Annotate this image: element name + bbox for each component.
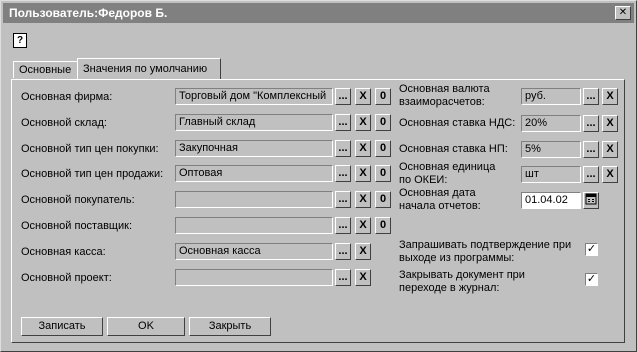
left-field-1[interactable]: Главный склад (175, 114, 333, 131)
left-field-6[interactable]: Основная касса (175, 243, 333, 260)
option-label-1: Закрывать документ при переходе в журнал… (399, 269, 525, 294)
left-label-2: Основной тип цен покупки: (21, 143, 159, 155)
left-field-7[interactable] (175, 269, 333, 286)
left-label-3: Основной тип цен продажи: (21, 168, 164, 180)
select-icon[interactable]: ... (335, 114, 351, 131)
clear-icon[interactable]: X (602, 141, 618, 158)
select-icon[interactable]: ... (335, 217, 351, 234)
select-icon[interactable]: ... (335, 243, 351, 260)
select-icon[interactable]: ... (335, 165, 351, 182)
right-field-0[interactable]: руб. (521, 88, 581, 105)
zero-icon[interactable]: 0 (375, 165, 391, 182)
right-field-4[interactable]: 01.04.02 (521, 192, 581, 209)
select-icon[interactable]: ... (335, 140, 351, 157)
clear-icon[interactable]: X (355, 88, 371, 105)
left-label-6: Основная касса: (21, 246, 106, 258)
left-field-0[interactable]: Торговый дом "Комплексный (175, 88, 333, 105)
select-icon[interactable]: ... (335, 88, 351, 105)
zero-icon[interactable]: 0 (375, 217, 391, 234)
tab-main[interactable]: Основные (13, 61, 85, 78)
option-checkbox-1[interactable]: ✓ (585, 273, 598, 286)
right-label-0: Основная валюта взаиморасчетов: (399, 83, 490, 108)
left-label-0: Основная фирма: (21, 91, 113, 103)
clear-icon[interactable]: X (355, 243, 371, 260)
right-label-2: Основная ставка НП: (399, 143, 508, 155)
clear-icon[interactable]: X (602, 166, 618, 183)
clear-icon[interactable]: X (355, 165, 371, 182)
left-field-4[interactable] (175, 191, 333, 208)
title-bar: Пользователь:Федоров Б. ✕ (3, 3, 634, 23)
left-label-1: Основной склад: (21, 117, 107, 129)
right-field-2[interactable]: 5% (521, 141, 581, 158)
left-field-3[interactable]: Оптовая (175, 165, 333, 182)
clear-icon[interactable]: X (355, 269, 371, 286)
right-field-3[interactable]: шт (521, 166, 581, 183)
select-icon[interactable]: ... (335, 191, 351, 208)
close-button[interactable]: Закрыть (189, 317, 271, 336)
select-icon[interactable]: ... (335, 269, 351, 286)
calendar-icon[interactable] (583, 192, 599, 209)
clear-icon[interactable]: X (355, 114, 371, 131)
left-label-7: Основной проект: (21, 272, 112, 284)
option-checkbox-0[interactable]: ✓ (585, 243, 598, 256)
window-title: Пользователь:Федоров Б. (9, 6, 168, 20)
clear-icon[interactable]: X (602, 115, 618, 132)
zero-icon[interactable]: 0 (375, 88, 391, 105)
clear-icon[interactable]: X (355, 191, 371, 208)
select-icon[interactable]: ... (583, 141, 599, 158)
user-settings-window: Пользователь:Федоров Б. ✕ ? Основные Зна… (0, 0, 637, 352)
tab-defaults[interactable]: Значения по умолчанию (77, 58, 221, 79)
clear-icon[interactable]: X (355, 140, 371, 157)
right-label-1: Основная ставка НДС: (399, 117, 516, 129)
zero-icon[interactable]: 0 (375, 191, 391, 208)
right-label-4: Основная дата начала отчетов: (399, 187, 481, 212)
save-button[interactable]: Записать (21, 317, 103, 336)
help-icon[interactable]: ? (13, 33, 27, 48)
left-field-2[interactable]: Закупочная (175, 140, 333, 157)
select-icon[interactable]: ... (583, 115, 599, 132)
right-field-1[interactable]: 20% (521, 115, 581, 132)
zero-icon[interactable]: 0 (375, 114, 391, 131)
zero-icon[interactable]: 0 (375, 140, 391, 157)
clear-icon[interactable]: X (355, 217, 371, 234)
clear-icon[interactable]: X (602, 88, 618, 105)
option-label-0: Запрашивать подтверждение при выходе из … (399, 239, 572, 264)
left-label-4: Основной покупатель: (21, 194, 135, 206)
select-icon[interactable]: ... (583, 166, 599, 183)
left-field-5[interactable] (175, 217, 333, 234)
left-label-5: Основной поставщик: (21, 220, 132, 232)
close-icon[interactable]: ✕ (615, 6, 631, 20)
select-icon[interactable]: ... (583, 88, 599, 105)
right-label-3: Основная единица по ОКЕИ: (399, 161, 496, 186)
ok-button[interactable]: OK (107, 317, 185, 336)
